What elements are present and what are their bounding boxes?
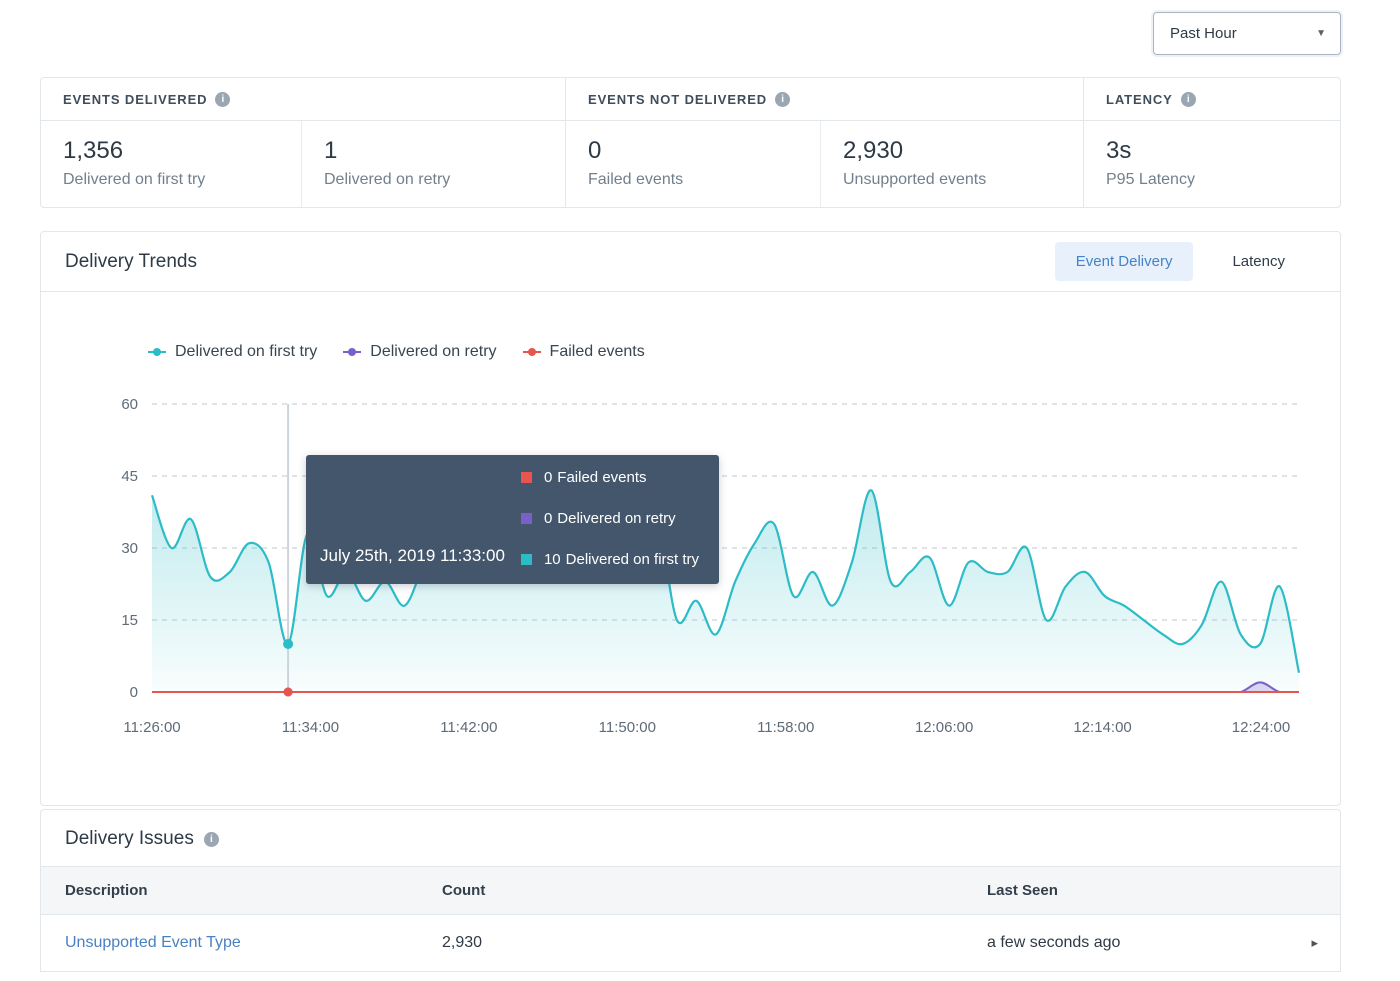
failed-swatch-icon — [521, 472, 532, 483]
topbar: Past Hour ▼ — [0, 0, 1400, 66]
legend-item-failed-events[interactable]: Failed events — [523, 343, 645, 361]
stats-group-latency: LATENCY i — [1084, 78, 1340, 120]
legend-item-delivered-retry[interactable]: Delivered on retry — [343, 343, 496, 361]
svg-text:0: 0 — [130, 684, 138, 701]
svg-text:11:58:00: 11:58:00 — [757, 719, 814, 736]
svg-text:11:50:00: 11:50:00 — [599, 719, 656, 736]
time-range-value: Past Hour — [1170, 25, 1237, 42]
stats-group-events-delivered: EVENTS DELIVERED i — [41, 78, 566, 120]
series-marker-icon — [148, 347, 166, 357]
svg-text:15: 15 — [121, 612, 138, 629]
events-not-delivered-label: EVENTS NOT DELIVERED — [588, 92, 767, 107]
stat-label: Delivered on retry — [324, 171, 565, 189]
svg-text:12:24:00: 12:24:00 — [1232, 719, 1290, 736]
legend-label: Failed events — [550, 343, 645, 361]
series-marker-icon — [523, 347, 541, 357]
stat-label: Delivered on first try — [63, 171, 301, 189]
stat-delivered-retry: 1 Delivered on retry — [302, 121, 566, 207]
info-icon[interactable]: i — [215, 92, 230, 107]
tab-latency[interactable]: Latency — [1211, 242, 1306, 281]
issue-last-seen: a few seconds ago — [987, 934, 1292, 952]
issue-link[interactable]: Unsupported Event Type — [65, 934, 442, 952]
col-description: Description — [65, 882, 442, 899]
stat-p95-latency: 3s P95 Latency — [1084, 121, 1340, 207]
info-icon[interactable]: i — [1181, 92, 1196, 107]
tooltip-row-failed: 0 Failed events — [521, 469, 699, 486]
stat-label: Unsupported events — [843, 171, 1083, 189]
events-delivered-label: EVENTS DELIVERED — [63, 92, 207, 107]
latency-label: LATENCY — [1106, 92, 1173, 107]
delivery-trends-header: Delivery Trends Event Delivery Latency — [41, 232, 1340, 292]
stat-value: 1,356 — [63, 137, 301, 165]
legend-item-delivered-first-try[interactable]: Delivered on first try — [148, 343, 317, 361]
tooltip-timestamp: July 25th, 2019 11:33:00 — [320, 546, 505, 566]
tooltip-row-retry: 0 Delivered on retry — [521, 510, 699, 527]
stat-value: 0 — [588, 137, 820, 165]
stat-value: 3s — [1106, 137, 1340, 165]
issue-count: 2,930 — [442, 934, 987, 952]
col-last-seen: Last Seen — [987, 882, 1292, 899]
delivery-issues-header: Delivery Issues i — [41, 810, 1340, 866]
svg-text:60: 60 — [121, 396, 138, 413]
retry-swatch-icon — [521, 513, 532, 524]
chart-tooltip: July 25th, 2019 11:33:00 0 Failed events… — [306, 455, 719, 584]
stat-value: 1 — [324, 137, 565, 165]
svg-text:11:26:00: 11:26:00 — [123, 719, 180, 736]
delivery-trends-title: Delivery Trends — [65, 251, 197, 273]
info-icon[interactable]: i — [775, 92, 790, 107]
col-count: Count — [442, 882, 987, 899]
svg-text:11:34:00: 11:34:00 — [282, 719, 339, 736]
stat-label: Failed events — [588, 171, 820, 189]
stat-unsupported-events: 2,930 Unsupported events — [821, 121, 1084, 207]
stat-label: P95 Latency — [1106, 171, 1340, 189]
stats-values-row: 1,356 Delivered on first try 1 Delivered… — [41, 121, 1340, 207]
delivery-issues-title: Delivery Issues — [65, 828, 194, 850]
legend-label: Delivered on first try — [175, 343, 317, 361]
tooltip-entries: 0 Failed events 0 Delivered on retry 10 … — [521, 469, 699, 568]
delivery-dashboard: Past Hour ▼ EVENTS DELIVERED i EVENTS NO… — [0, 0, 1400, 981]
tab-event-delivery[interactable]: Event Delivery — [1055, 242, 1194, 281]
first-try-swatch-icon — [521, 554, 532, 565]
tooltip-row-first-try: 10 Delivered on first try — [521, 551, 699, 568]
stat-failed-events: 0 Failed events — [566, 121, 821, 207]
svg-text:12:14:00: 12:14:00 — [1073, 719, 1131, 736]
chart-legend: Delivered on first try Delivered on retr… — [148, 342, 1340, 362]
trends-tabs: Event Delivery Latency — [1055, 242, 1306, 281]
delivery-trends-card: Delivery Trends Event Delivery Latency D… — [40, 231, 1341, 806]
chevron-right-icon[interactable]: ▸ — [1292, 935, 1340, 951]
table-row[interactable]: Unsupported Event Type 2,930 a few secon… — [41, 915, 1340, 972]
stat-delivered-first-try: 1,356 Delivered on first try — [41, 121, 302, 207]
stat-value: 2,930 — [843, 137, 1083, 165]
delivery-issues-card: Delivery Issues i Description Count Last… — [40, 809, 1341, 972]
stats-summary-card: EVENTS DELIVERED i EVENTS NOT DELIVERED … — [40, 77, 1341, 208]
chevron-down-icon: ▼ — [1316, 28, 1326, 39]
svg-text:11:42:00: 11:42:00 — [440, 719, 497, 736]
series-marker-icon — [343, 347, 361, 357]
svg-text:12:06:00: 12:06:00 — [915, 719, 973, 736]
info-icon[interactable]: i — [204, 832, 219, 847]
time-range-dropdown[interactable]: Past Hour ▼ — [1153, 12, 1341, 55]
issues-table-header: Description Count Last Seen — [41, 866, 1340, 915]
stats-header-row: EVENTS DELIVERED i EVENTS NOT DELIVERED … — [41, 78, 1340, 121]
delivery-trends-body: Delivered on first try Delivered on retr… — [41, 342, 1340, 805]
legend-label: Delivered on retry — [370, 343, 496, 361]
svg-text:30: 30 — [121, 540, 138, 557]
stats-group-events-not-delivered: EVENTS NOT DELIVERED i — [566, 78, 1084, 120]
svg-text:45: 45 — [121, 468, 138, 485]
